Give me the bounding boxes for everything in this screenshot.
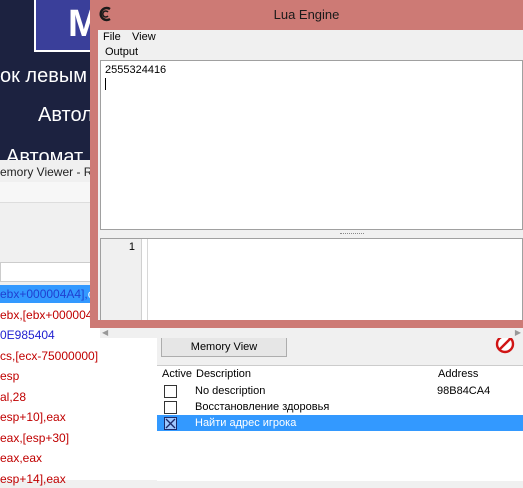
memory-viewer-toolbar [0,182,95,203]
disassembly-line[interactable]: eax,eax [0,449,42,467]
table-row[interactable]: No description 98B84CA4 [157,383,523,399]
disassembly-line[interactable]: esp [0,367,19,385]
column-address[interactable]: Address [438,366,478,382]
row-description: Восстановление здоровья [195,401,330,413]
disassembly-text: eax,eax [0,451,43,465]
game-text-line-3: Автомат [6,146,84,160]
column-description[interactable]: Description [196,366,251,382]
disassembly-line[interactable]: al,28 [0,388,26,406]
scroll-right-arrow-icon[interactable]: ▶ [515,328,521,338]
window-border [90,320,523,328]
active-checkbox[interactable] [164,401,177,414]
lua-engine-titlebar[interactable]: Lua Engine [90,0,523,30]
text-caret [105,78,106,90]
script-editor[interactable]: 1 [100,238,523,328]
active-checkbox[interactable] [164,417,177,430]
disassembly-text: esp+10],eax [0,410,66,424]
output-label: Output [105,46,139,58]
game-text-line-1: ок левым [0,65,87,87]
game-logo: M [34,0,95,52]
disassembly-text: esp+14],eax [0,471,66,486]
horizontal-scrollbar[interactable]: ◀ ▶ [100,328,523,338]
memory-viewer-address-field[interactable] [0,262,97,282]
output-textbox[interactable]: 2555324416 [100,60,523,230]
pane-splitter[interactable] [100,230,523,238]
menu-file[interactable]: File [103,30,121,44]
disassembly-line[interactable]: 0E985404 [0,326,55,344]
disassembly-line[interactable]: cs,[ecx-75000000] [0,347,98,365]
row-address: 98B84CA4 [437,385,491,397]
disassembly-line[interactable]: esp+10],eax [0,408,66,426]
disassembly-text: al,28 [0,389,27,404]
disassembly-text: esp [0,369,20,383]
game-window: M ок левым Автол Автомат [0,0,95,160]
game-text-line-2: Автол [38,104,93,126]
window-title: Lua Engine [273,7,340,22]
column-active[interactable]: Active [162,366,192,382]
cross-icon [165,418,176,429]
disassembly-line[interactable]: esp+14],eax [0,470,66,488]
output-text: 2555324416 [105,64,167,76]
disassembly-text: cs,[ecx-75000000] [0,348,99,363]
row-description: No description [195,385,266,397]
disassembly-line[interactable]: eax,[esp+30] [0,429,69,447]
scroll-left-arrow-icon[interactable]: ◀ [102,328,108,338]
disassembly-text: 0E985404 [0,328,55,342]
line-number-gutter: 1 [101,239,142,327]
active-checkbox[interactable] [164,385,177,398]
menu-view[interactable]: View [132,30,156,44]
fold-margin [147,239,148,327]
lua-engine-window: Lua Engine File View Output 2555324416 1… [90,0,523,338]
disassembly-text: ebx+000004A4], [0,287,88,301]
table-row[interactable]: Найти адрес игрока [157,415,523,431]
menu-bar: File View [98,30,523,44]
row-description: Найти адрес игрока [195,417,297,429]
line-number: 1 [128,241,135,253]
memory-viewer-panel [0,205,95,255]
lua-engine-client: File View Output 2555324416 1 ◀ ▶ [98,30,523,338]
splitter-grip [340,233,364,236]
memory-viewer-title: emory Viewer - R [0,163,95,181]
disassembly-text: eax,[esp+30] [0,430,70,445]
memory-view-button[interactable]: Memory View [161,337,287,357]
table-row[interactable]: Восстановление здоровья [157,399,523,415]
